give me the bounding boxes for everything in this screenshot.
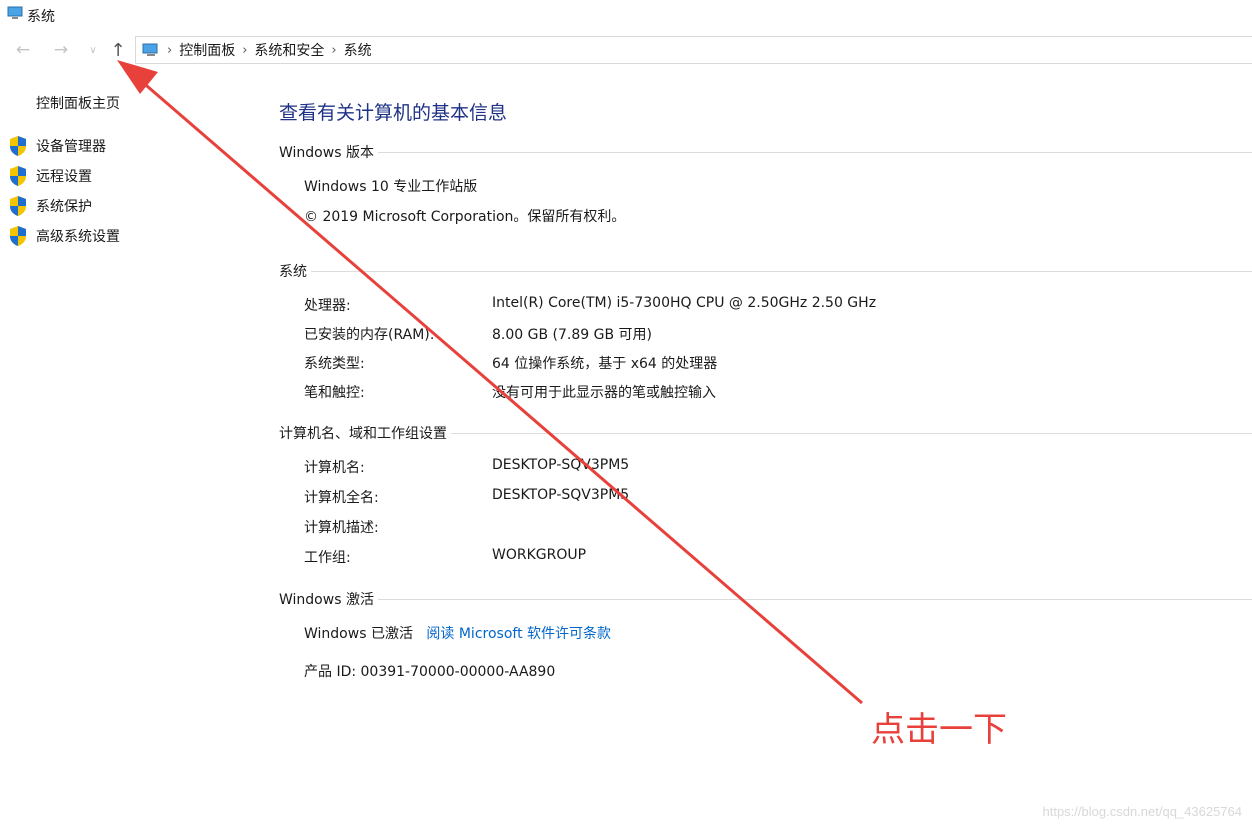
activation-status: Windows 已激活 — [304, 626, 413, 642]
sidebar-item-advanced-settings[interactable]: 高级系统设置 — [8, 225, 120, 247]
section-system: 系统 — [279, 261, 1252, 281]
info-label: 计算机名: — [304, 460, 365, 476]
sidebar-item-remote-settings[interactable]: 远程设置 — [8, 165, 92, 187]
info-value: 8.00 GB (7.89 GB 可用) — [492, 327, 652, 343]
info-label: 计算机全名: — [304, 490, 379, 506]
section-divider — [451, 432, 1252, 434]
annotation-arrow — [117, 60, 863, 705]
info-value: DESKTOP-SQV3PM5 — [492, 487, 630, 503]
page-title: 查看有关计算机的基本信息 — [279, 102, 508, 124]
breadcrumb-system[interactable]: 系统 — [344, 40, 372, 60]
back-arrow-icon[interactable]: ← — [11, 38, 35, 62]
address-bar[interactable]: › 控制面板 › 系统和安全 › 系统 — [135, 36, 1252, 64]
breadcrumb-system-security[interactable]: 系统和安全 — [254, 40, 324, 60]
navigation-bar: ← → ∨ ↑ › 控制面板 › 系统和安全 › 系统 — [0, 34, 1252, 66]
chevron-right-icon[interactable]: › — [242, 43, 247, 58]
info-label: 笔和触控: — [304, 385, 365, 401]
control-panel-home-link[interactable]: 控制面板主页 — [36, 93, 120, 113]
sidebar-item-system-protection[interactable]: 系统保护 — [8, 195, 92, 217]
title-bar: 系统 — [0, 0, 1252, 30]
product-id: 产品 ID: 00391-70000-00000-AA890 — [304, 664, 556, 680]
control-panel-icon — [142, 43, 158, 56]
sidebar-item-label: 高级系统设置 — [36, 229, 120, 245]
info-value: WORKGROUP — [492, 547, 587, 563]
info-value: 没有可用于此显示器的笔或触控输入 — [492, 385, 716, 401]
watermark: https://blog.csdn.net/qq_43625764 — [1042, 804, 1243, 819]
info-label: 工作组: — [304, 550, 351, 566]
section-divider — [311, 270, 1252, 272]
windows-edition-text: Windows 10 专业工作站版 — [304, 179, 478, 195]
info-value: Intel(R) Core(TM) i5-7300HQ CPU @ 2.50GH… — [492, 295, 877, 311]
shield-icon — [10, 226, 26, 246]
up-arrow-icon[interactable]: ↑ — [106, 38, 130, 62]
section-heading: Windows 版本 — [279, 145, 374, 161]
copyright-text: © 2019 Microsoft Corporation。保留所有权利。 — [304, 209, 626, 225]
info-label: 已安装的内存(RAM): — [304, 327, 435, 343]
sidebar-item-label: 远程设置 — [36, 169, 92, 185]
info-value: 64 位操作系统，基于 x64 的处理器 — [492, 356, 718, 372]
annotation-note: 点击一下 — [871, 710, 1007, 750]
sidebar-item-label: 系统保护 — [36, 199, 92, 215]
chevron-down-icon[interactable]: ∨ — [84, 38, 102, 62]
shield-icon — [10, 136, 26, 156]
sidebar-item-label: 设备管理器 — [36, 139, 106, 155]
shield-icon — [10, 196, 26, 216]
window-title: 系统 — [27, 9, 55, 25]
chevron-right-icon: › — [167, 42, 173, 58]
sidebar-item-device-manager[interactable]: 设备管理器 — [8, 135, 106, 157]
section-windows-edition: Windows 版本 — [279, 142, 1252, 162]
info-label: 处理器: — [304, 298, 351, 314]
info-value: DESKTOP-SQV3PM5 — [492, 457, 630, 473]
section-divider — [377, 151, 1252, 153]
section-heading: 计算机名、域和工作组设置 — [279, 426, 447, 442]
info-label: 系统类型: — [304, 356, 365, 372]
shield-icon — [10, 166, 26, 186]
section-computer-name: 计算机名、域和工作组设置 — [279, 423, 1252, 443]
system-monitor-icon — [7, 6, 23, 19]
chevron-right-icon[interactable]: › — [331, 43, 336, 58]
forward-arrow-icon[interactable]: → — [49, 38, 73, 62]
section-activation: Windows 激活 — [279, 589, 1252, 609]
license-terms-link[interactable]: 阅读 Microsoft 软件许可条款 — [426, 626, 611, 642]
info-label: 计算机描述: — [304, 520, 379, 536]
breadcrumb-control-panel[interactable]: 控制面板 — [179, 40, 235, 60]
section-heading: Windows 激活 — [279, 592, 374, 608]
section-heading: 系统 — [279, 264, 307, 280]
activation-line: Windows 已激活 阅读 Microsoft 软件许可条款 — [304, 623, 611, 643]
section-divider — [377, 598, 1252, 600]
